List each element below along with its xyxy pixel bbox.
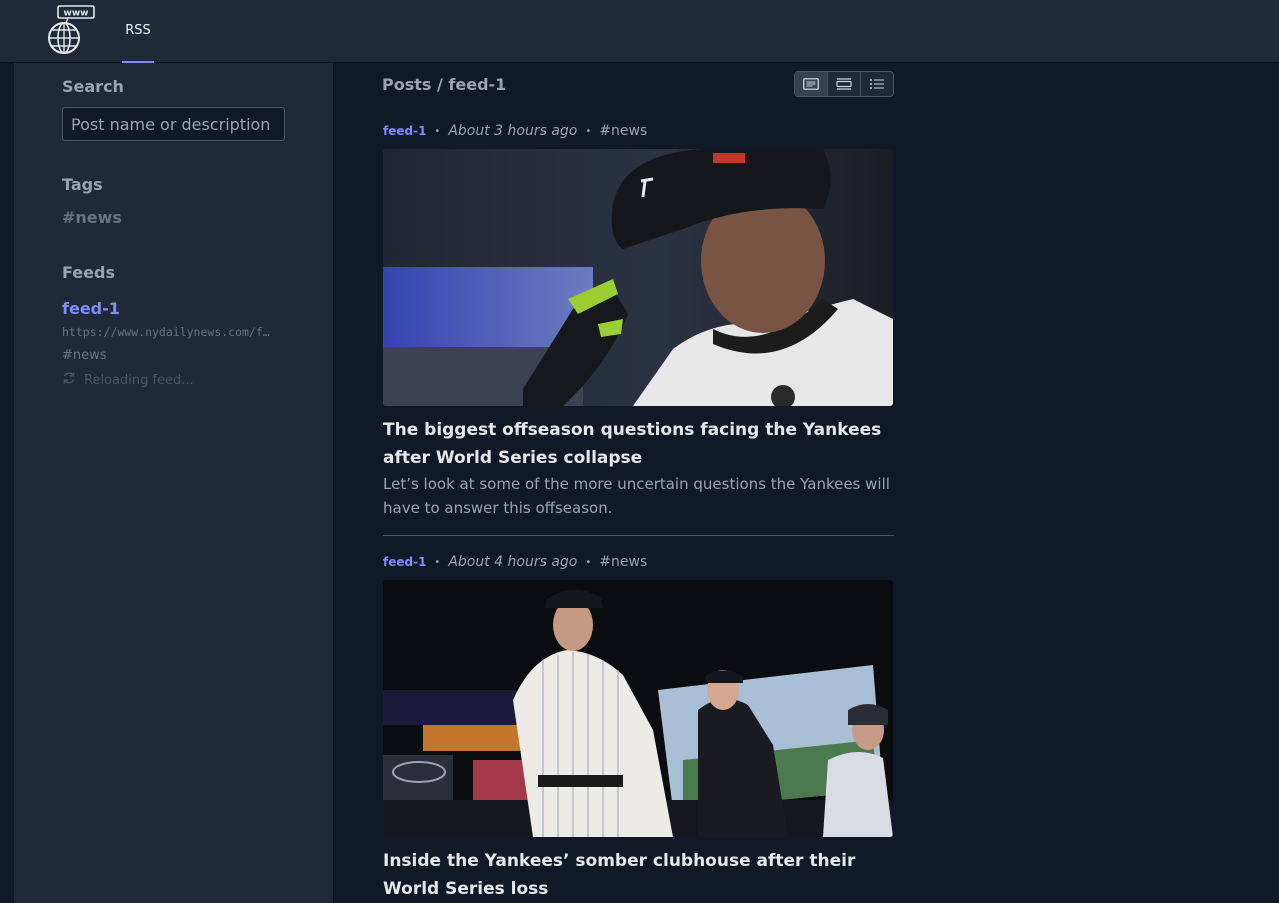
sidebar: Search Tags #news Feeds feed-1 https://w… bbox=[14, 63, 334, 903]
feed-reload-status: Reloading feed... bbox=[62, 371, 194, 389]
post-thumbnail[interactable] bbox=[383, 580, 893, 837]
sidebar-tag-news[interactable]: #news bbox=[62, 208, 122, 227]
sidebar-feed-url: https://www.nydailynews.com/f… bbox=[62, 325, 270, 339]
meta-separator: • bbox=[434, 556, 441, 568]
search-input[interactable] bbox=[62, 107, 285, 141]
post-feed-link[interactable]: feed-1 bbox=[383, 124, 426, 138]
svg-text:www: www bbox=[64, 9, 89, 19]
post-tag[interactable]: #news bbox=[599, 554, 647, 570]
post-description: Let’s look at some of the more uncertain… bbox=[383, 475, 890, 517]
post-meta: feed-1 • About 3 hours ago • #news bbox=[383, 121, 893, 141]
nav-tab-rss[interactable]: RSS bbox=[122, 0, 154, 63]
magazine-view-icon bbox=[836, 75, 852, 94]
view-list-button[interactable] bbox=[861, 72, 893, 96]
view-card-button[interactable] bbox=[795, 72, 828, 96]
post-title[interactable]: The biggest offseason questions facing t… bbox=[383, 416, 893, 472]
tags-section-title: Tags bbox=[62, 175, 103, 194]
post-meta: feed-1 • About 4 hours ago • #news bbox=[383, 552, 893, 572]
meta-separator: • bbox=[585, 125, 592, 137]
card-view-icon bbox=[803, 75, 819, 94]
view-mode-toggle bbox=[794, 71, 894, 97]
post-thumbnail[interactable] bbox=[383, 149, 893, 406]
meta-separator: • bbox=[585, 556, 592, 568]
meta-separator: • bbox=[434, 125, 441, 137]
post-feed-link[interactable]: feed-1 bbox=[383, 555, 426, 569]
view-magazine-button[interactable] bbox=[828, 72, 861, 96]
post-timestamp: About 3 hours ago bbox=[448, 123, 578, 139]
search-section-title: Search bbox=[62, 77, 124, 96]
sidebar-feed-name[interactable]: feed-1 bbox=[62, 299, 120, 318]
post-timestamp: About 4 hours ago bbox=[448, 554, 578, 570]
post-title[interactable]: Inside the Yankees’ somber clubhouse aft… bbox=[383, 847, 893, 903]
post-card[interactable]: feed-1 • About 4 hours ago • #news Insid… bbox=[383, 552, 893, 903]
left-gutter bbox=[0, 63, 14, 903]
post-tag[interactable]: #news bbox=[599, 123, 647, 139]
main-content: Posts / feed-1 feed-1 • About 3 hours ag… bbox=[334, 63, 1279, 903]
breadcrumb: Posts / feed-1 bbox=[382, 75, 507, 94]
post-divider bbox=[383, 535, 894, 536]
list-view-icon bbox=[869, 75, 885, 94]
post-card[interactable]: feed-1 • About 3 hours ago • #news The b… bbox=[383, 121, 893, 520]
globe-www-logo-icon[interactable]: www bbox=[44, 4, 96, 56]
reload-status-text: Reloading feed... bbox=[84, 372, 194, 388]
reload-icon bbox=[62, 371, 76, 389]
sidebar-feed-tag[interactable]: #news bbox=[62, 348, 107, 363]
feeds-section-title: Feeds bbox=[62, 263, 115, 282]
top-bar: www RSS bbox=[0, 0, 1279, 63]
